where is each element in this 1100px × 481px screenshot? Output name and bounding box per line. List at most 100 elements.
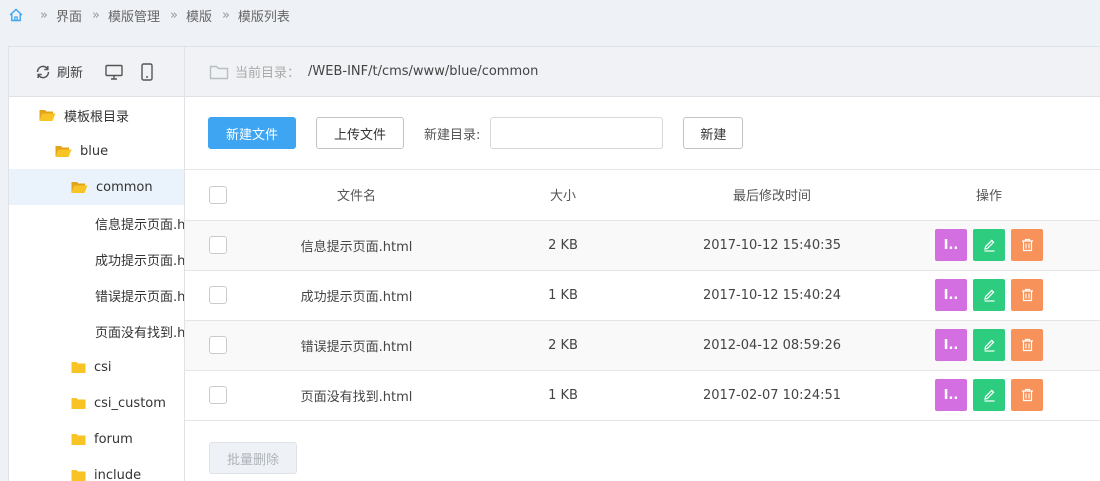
current-directory-path: /WEB-INF/t/cms/www/blue/common bbox=[308, 64, 539, 79]
row-checkbox[interactable] bbox=[209, 286, 227, 304]
tree-item-label: include bbox=[94, 467, 142, 481]
breadcrumb-separator-icon: » bbox=[40, 7, 48, 23]
breadcrumb-item[interactable]: 模版管理 bbox=[108, 6, 160, 25]
edit-button[interactable] bbox=[973, 279, 1005, 311]
file-size: 2 KB bbox=[460, 320, 666, 371]
edit-button[interactable] bbox=[973, 229, 1005, 261]
folder-open-icon bbox=[55, 145, 72, 158]
file-table: 文件名 大小 最后修改时间 操作 信息提示页面.html 2 KB 2017-10-… bbox=[185, 170, 1100, 421]
folder-open-icon bbox=[39, 109, 56, 122]
tree-folder-item[interactable]: csi bbox=[9, 349, 184, 385]
upload-file-button[interactable]: 上传文件 bbox=[316, 117, 404, 149]
row-checkbox[interactable] bbox=[209, 236, 227, 254]
tree-item-label: blue bbox=[80, 143, 109, 159]
current-directory-bar: 当前目录： /WEB-INF/t/cms/www/blue/common bbox=[185, 47, 1100, 97]
edit-button[interactable] bbox=[973, 329, 1005, 361]
home-icon[interactable] bbox=[8, 7, 24, 23]
create-directory-button[interactable]: 新建 bbox=[683, 117, 744, 149]
tree-folder-item[interactable]: blue bbox=[9, 133, 184, 169]
tree-item-label: csi bbox=[94, 359, 112, 375]
delete-button[interactable] bbox=[1011, 229, 1043, 261]
file-modified-time: 2017-10-12 15:40:35 bbox=[666, 220, 878, 271]
column-header-modified[interactable]: 最后修改时间 bbox=[666, 170, 878, 221]
delete-button[interactable] bbox=[1011, 279, 1043, 311]
row-checkbox[interactable] bbox=[209, 386, 227, 404]
file-modified-time: 2017-10-12 15:40:24 bbox=[666, 270, 878, 321]
table-row: 错误提示页面.html 2 KB 2012-04-12 08:59:26 I.. bbox=[185, 320, 1100, 371]
pencil-icon bbox=[983, 339, 996, 352]
tree-file-item[interactable]: 页面没有找到.html bbox=[9, 313, 184, 349]
trash-icon bbox=[1021, 288, 1034, 302]
file-name: 错误提示页面.html bbox=[253, 320, 460, 371]
tree-item-label: 页面没有找到.html bbox=[95, 325, 185, 341]
table-row: 信息提示页面.html 2 KB 2017-10-12 15:40:35 I.. bbox=[185, 220, 1100, 271]
tree-item-label: 错误提示页面.html bbox=[95, 289, 185, 305]
tree-file-item[interactable]: 成功提示页面.html bbox=[9, 241, 184, 277]
file-modified-time: 2012-04-12 08:59:26 bbox=[666, 320, 878, 371]
rename-button[interactable]: I.. bbox=[935, 229, 967, 261]
breadcrumb-item[interactable]: 界面 bbox=[56, 6, 82, 25]
tree-item-label: csi_custom bbox=[94, 395, 166, 411]
folder-icon bbox=[71, 469, 86, 481]
trash-icon bbox=[1021, 338, 1034, 352]
file-modified-time: 2017-02-07 10:24:51 bbox=[666, 370, 878, 421]
tree-item-label: 成功提示页面.html bbox=[95, 253, 185, 269]
file-list-panel: 当前目录： /WEB-INF/t/cms/www/blue/common 新建文… bbox=[185, 46, 1100, 481]
file-name: 页面没有找到.html bbox=[253, 370, 460, 421]
file-name: 成功提示页面.html bbox=[253, 270, 460, 321]
file-size: 1 KB bbox=[460, 370, 666, 421]
select-all-checkbox[interactable] bbox=[209, 185, 227, 204]
tree-folder-item[interactable]: 模板根目录 bbox=[9, 97, 184, 133]
new-file-button[interactable]: 新建文件 bbox=[208, 117, 296, 149]
breadcrumb-separator-icon: » bbox=[221, 7, 230, 23]
new-directory-input[interactable] bbox=[490, 117, 664, 149]
tree-folder-item[interactable]: csi_custom bbox=[9, 385, 184, 421]
pencil-icon bbox=[983, 289, 996, 302]
batch-delete-button[interactable]: 批量删除 bbox=[209, 442, 297, 474]
file-size: 1 KB bbox=[460, 270, 666, 321]
folder-icon bbox=[209, 64, 229, 80]
delete-button[interactable] bbox=[1011, 379, 1043, 411]
tree-item-label: common bbox=[96, 179, 153, 195]
rename-button[interactable]: I.. bbox=[935, 329, 967, 361]
table-row: 成功提示页面.html 1 KB 2017-10-12 15:40:24 I.. bbox=[185, 270, 1100, 321]
column-header-size[interactable]: 大小 bbox=[460, 170, 666, 221]
mobile-icon[interactable] bbox=[141, 62, 153, 81]
tree-file-item[interactable]: 错误提示页面.html bbox=[9, 277, 184, 313]
rename-button[interactable]: I.. bbox=[935, 379, 967, 411]
table-header-row: 文件名 大小 最后修改时间 操作 bbox=[185, 170, 1100, 221]
tree-folder-item[interactable]: forum bbox=[9, 421, 184, 457]
current-directory-label: 当前目录： bbox=[235, 66, 301, 81]
tree-item-label: 信息提示页面.html bbox=[95, 217, 185, 233]
tree-folder-item[interactable]: common bbox=[9, 169, 184, 205]
file-tree: 模板根目录 blue common 信息提示页面.html 成功提示页面.html 错误提… bbox=[9, 97, 184, 481]
breadcrumb-item[interactable]: 模版 bbox=[186, 6, 212, 25]
folder-icon bbox=[71, 397, 86, 410]
edit-button[interactable] bbox=[973, 379, 1005, 411]
tree-toolbar: 刷新 bbox=[9, 47, 184, 97]
rename-icon: I.. bbox=[943, 237, 959, 253]
tree-item-label: forum bbox=[94, 431, 133, 447]
refresh-button[interactable]: 刷新 bbox=[35, 62, 83, 81]
delete-button[interactable] bbox=[1011, 329, 1043, 361]
refresh-label: 刷新 bbox=[57, 66, 84, 81]
column-header-operations: 操作 bbox=[878, 170, 1100, 221]
tree-folder-item[interactable]: include bbox=[9, 457, 184, 481]
rename-icon: I.. bbox=[943, 337, 959, 353]
trash-icon bbox=[1021, 238, 1034, 252]
row-actions: I.. bbox=[935, 379, 1043, 411]
folder-open-icon bbox=[71, 181, 88, 194]
row-actions: I.. bbox=[935, 229, 1043, 261]
refresh-icon bbox=[35, 64, 51, 80]
pencil-icon bbox=[983, 389, 996, 402]
row-actions: I.. bbox=[935, 279, 1043, 311]
row-checkbox[interactable] bbox=[209, 336, 227, 354]
tree-file-item[interactable]: 信息提示页面.html bbox=[9, 205, 184, 241]
folder-icon bbox=[71, 361, 86, 374]
pencil-icon bbox=[983, 239, 996, 252]
column-header-name[interactable]: 文件名 bbox=[253, 170, 460, 221]
rename-button[interactable]: I.. bbox=[935, 279, 967, 311]
desktop-icon[interactable] bbox=[105, 64, 123, 80]
breadcrumb: » 界面 » 模版管理 » 模版 » 模版列表 bbox=[0, 0, 1100, 30]
action-bar: 新建文件 上传文件 新建目录: 新建 bbox=[185, 97, 1100, 170]
